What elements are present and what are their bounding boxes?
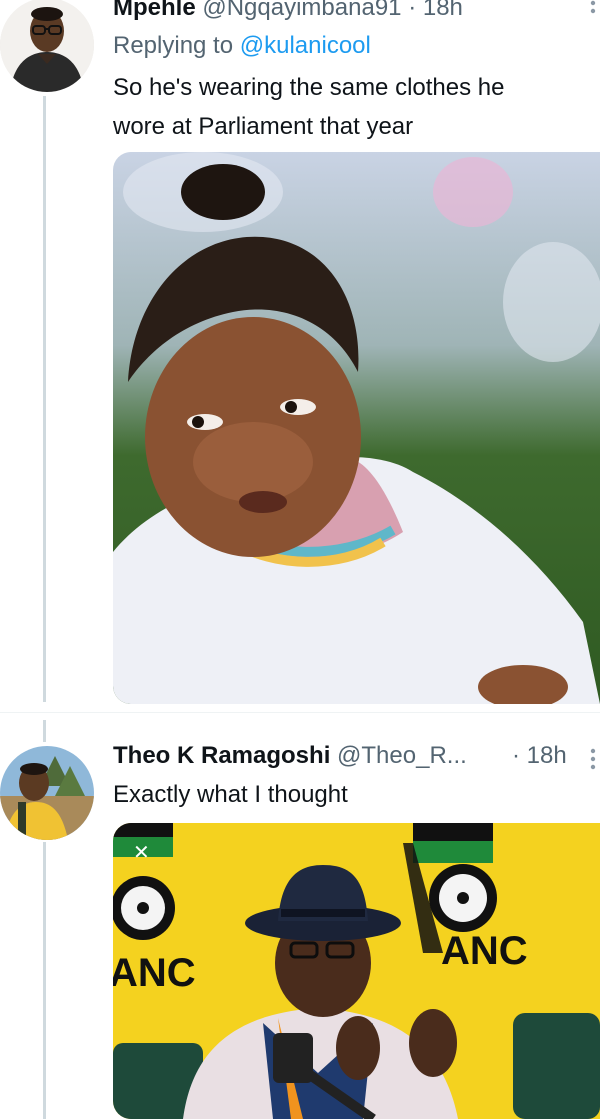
tweet-text: So he's wearing the same clothes he wore… [113, 68, 583, 146]
reply-tweet[interactable]: Mpehle @Ngqayimbana91 · 18h Replying to … [0, 0, 600, 710]
author-handle[interactable]: @Ngqayimbana91 [202, 0, 401, 21]
replying-to-line: Replying to @kulanicool [113, 32, 371, 60]
tweet-media-photo[interactable]: ✕ ANC ANC [113, 823, 600, 1119]
timestamp[interactable]: 18h [527, 742, 567, 769]
timestamp-group: · 18h [512, 742, 567, 770]
tweet-header: Mpehle @Ngqayimbana91 · 18h [113, 0, 463, 22]
author-name[interactable]: Theo K Ramagoshi [113, 742, 330, 769]
tweet-text-line: So he's wearing the same clothes he [113, 74, 505, 101]
tweet-text-line: wore at Parliament that year [113, 113, 414, 140]
tweet-media-photo[interactable] [113, 152, 600, 704]
author-handle[interactable]: @Theo_R... [337, 742, 467, 769]
separator-dot: · [512, 742, 520, 769]
tweet-header: Theo K Ramagoshi @Theo_R... [113, 742, 467, 770]
more-vertical-icon[interactable] [588, 748, 598, 770]
replying-prefix: Replying to [113, 32, 240, 59]
avatar[interactable] [0, 746, 94, 840]
more-vertical-icon[interactable] [588, 0, 598, 22]
tweet-text: Exactly what I thought [113, 781, 348, 808]
svg-text:✕: ✕ [133, 840, 150, 864]
banner-text-left: ANC [113, 951, 196, 995]
tweet-divider [0, 712, 600, 713]
author-name[interactable]: Mpehle [113, 0, 196, 21]
reply-tweet[interactable]: Theo K Ramagoshi @Theo_R... · 18h Exactl… [0, 740, 600, 1119]
thread-connector-line [43, 720, 46, 742]
separator-dot: · [408, 0, 417, 21]
timestamp[interactable]: 18h [423, 0, 463, 21]
replying-to-link[interactable]: @kulanicool [240, 32, 371, 59]
avatar[interactable] [0, 0, 94, 92]
banner-text-right: ANC [441, 929, 528, 973]
